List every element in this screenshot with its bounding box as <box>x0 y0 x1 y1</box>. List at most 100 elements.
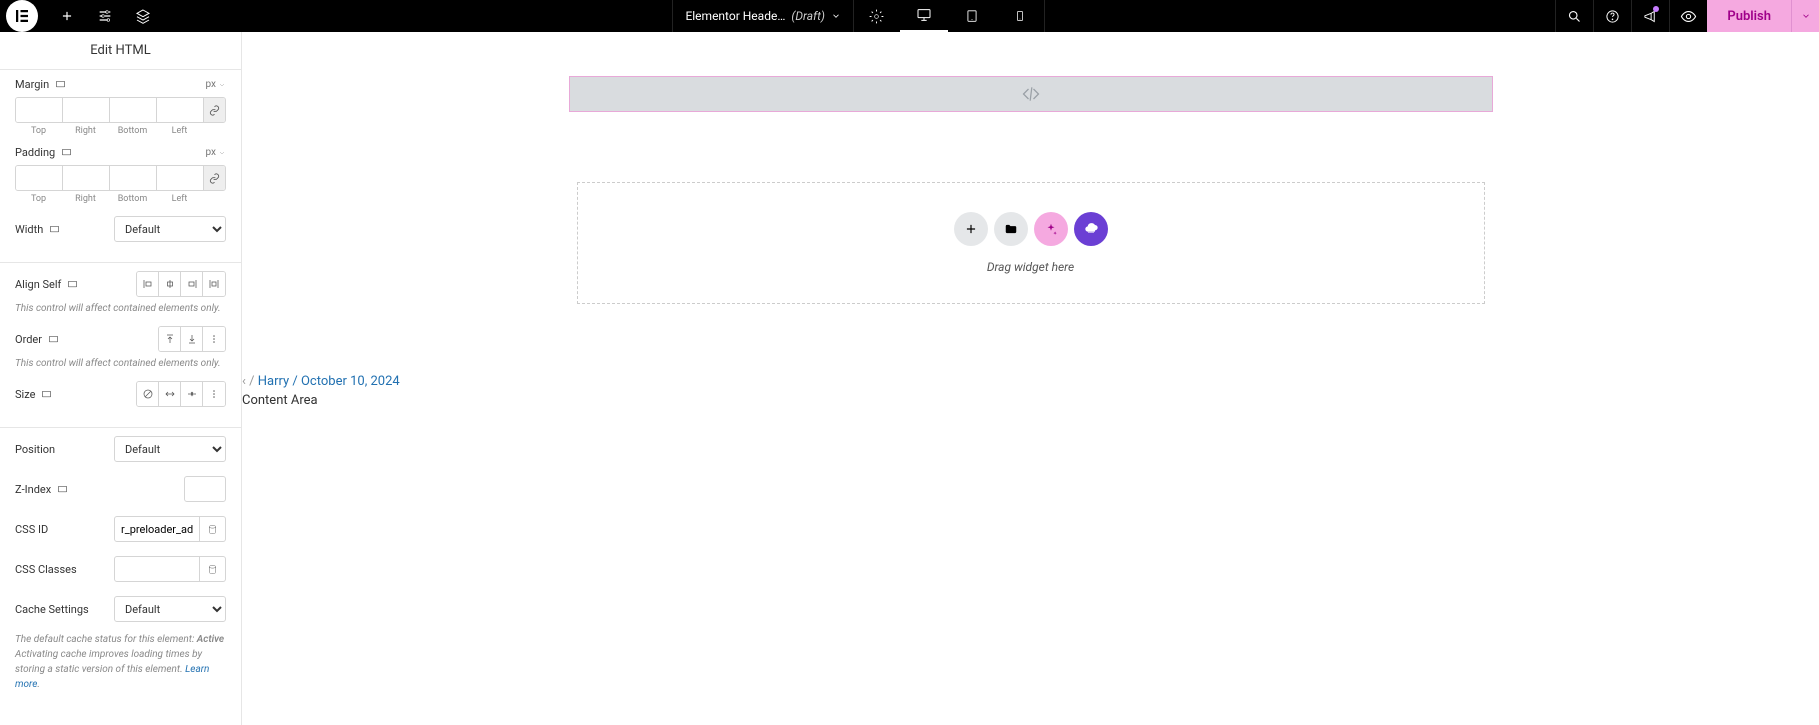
add-container-button[interactable] <box>954 212 988 246</box>
cache-description: The default cache status for this elemen… <box>15 632 226 692</box>
zindex-input[interactable] <box>184 476 226 502</box>
padding-right-input[interactable] <box>63 166 110 190</box>
structure-button[interactable] <box>124 0 162 32</box>
device-icon <box>57 484 68 495</box>
help-button[interactable] <box>1593 0 1631 32</box>
meta-author[interactable]: Harry <box>258 374 289 389</box>
site-settings-button[interactable] <box>86 0 124 32</box>
padding-left-input[interactable] <box>157 166 204 190</box>
finder-button[interactable] <box>1555 0 1593 32</box>
gear-icon <box>869 9 884 24</box>
none-icon <box>142 388 154 400</box>
zindex-label: Z-Index <box>15 483 51 496</box>
margin-top-input[interactable] <box>16 98 63 122</box>
size-shrink-button[interactable] <box>181 382 203 406</box>
whats-new-button[interactable] <box>1631 0 1669 32</box>
editor-canvas: Drag widget here ‹ / Harry / October 10,… <box>242 32 1819 725</box>
code-icon <box>1021 84 1041 104</box>
cloud-button[interactable] <box>1074 212 1108 246</box>
size-buttons <box>136 381 226 407</box>
align-start-button[interactable] <box>137 272 159 296</box>
device-icon <box>55 79 66 90</box>
order-buttons <box>158 326 226 352</box>
margin-left-input[interactable] <box>157 98 204 122</box>
align-center-icon <box>164 278 176 290</box>
size-grow-button[interactable] <box>159 382 181 406</box>
size-label: Size <box>15 388 35 401</box>
add-template-button[interactable] <box>994 212 1028 246</box>
cloud-icon <box>1083 221 1099 237</box>
position-label: Position <box>15 443 55 456</box>
size-more-button[interactable] <box>203 382 225 406</box>
css-id-label: CSS ID <box>15 523 48 536</box>
padding-unit[interactable]: px <box>205 147 226 158</box>
order-first-button[interactable] <box>159 327 181 351</box>
folder-icon <box>1004 222 1018 236</box>
padding-link-button[interactable] <box>204 166 225 190</box>
align-stretch-icon <box>208 278 220 290</box>
page-meta: ‹ / Harry / October 10, 2024 Content Are… <box>242 374 1819 408</box>
html-widget[interactable] <box>569 76 1493 112</box>
device-mobile[interactable] <box>996 0 1044 32</box>
page-settings-button[interactable] <box>858 0 896 32</box>
margin-right-input[interactable] <box>63 98 110 122</box>
desktop-icon <box>916 7 932 23</box>
align-start-icon <box>142 278 154 290</box>
device-icon <box>41 389 52 400</box>
device-desktop[interactable] <box>900 0 948 32</box>
align-self-hint: This control will affect contained eleme… <box>15 303 226 314</box>
grow-icon <box>164 388 176 400</box>
padding-top-input[interactable] <box>16 166 63 190</box>
document-title[interactable]: Elementor Heade… (Draft) <box>672 0 854 32</box>
css-classes-dynamic-button[interactable] <box>200 556 226 582</box>
css-classes-input[interactable] <box>114 556 200 582</box>
width-select[interactable]: Default <box>114 216 226 242</box>
elementor-logo[interactable] <box>6 0 38 32</box>
order-more-button[interactable] <box>203 327 225 351</box>
drop-zone[interactable]: Drag widget here <box>577 182 1485 304</box>
align-center-button[interactable] <box>159 272 181 296</box>
layers-icon <box>135 8 151 24</box>
css-id-dynamic-button[interactable] <box>200 516 226 542</box>
meta-caret: ‹ / <box>242 374 255 389</box>
margin-link-button[interactable] <box>204 98 225 122</box>
align-self-control: Align Self This control will affect cont… <box>0 263 241 428</box>
more-vertical-icon <box>208 388 220 400</box>
meta-content-area: Content Area <box>242 393 1819 408</box>
publish-button[interactable]: Publish <box>1707 0 1791 32</box>
cache-label: Cache Settings <box>15 603 89 616</box>
sliders-icon <box>97 8 113 24</box>
sidebar-title: Edit HTML <box>0 32 241 70</box>
order-last-icon <box>186 333 198 345</box>
elementor-icon <box>13 7 31 25</box>
width-label: Width <box>15 223 43 236</box>
device-icon <box>49 224 60 235</box>
align-end-icon <box>186 278 198 290</box>
align-stretch-button[interactable] <box>203 272 225 296</box>
database-icon <box>207 524 218 535</box>
meta-date[interactable]: October 10, 2024 <box>301 374 400 389</box>
margin-bottom-input[interactable] <box>110 98 157 122</box>
notification-dot <box>1653 6 1659 12</box>
order-first-icon <box>164 333 176 345</box>
add-element-button[interactable] <box>48 0 86 32</box>
sparkle-icon <box>1044 222 1058 236</box>
chevron-down-icon <box>218 81 226 89</box>
padding-bottom-input[interactable] <box>110 166 157 190</box>
preview-button[interactable] <box>1669 0 1707 32</box>
margin-unit[interactable]: px <box>205 79 226 90</box>
css-id-input[interactable] <box>114 516 200 542</box>
align-end-button[interactable] <box>181 272 203 296</box>
ai-button[interactable] <box>1034 212 1068 246</box>
position-select[interactable]: Default <box>114 436 226 462</box>
device-tablet[interactable] <box>948 0 996 32</box>
drop-zone-text: Drag widget here <box>987 260 1074 274</box>
chevron-down-icon <box>1801 11 1811 21</box>
order-last-button[interactable] <box>181 327 203 351</box>
publish-options-button[interactable] <box>1791 0 1819 32</box>
chevron-down-icon <box>218 149 226 157</box>
shrink-icon <box>186 388 198 400</box>
cache-select[interactable]: Default <box>114 596 226 622</box>
device-icon <box>48 334 59 345</box>
size-none-button[interactable] <box>137 382 159 406</box>
